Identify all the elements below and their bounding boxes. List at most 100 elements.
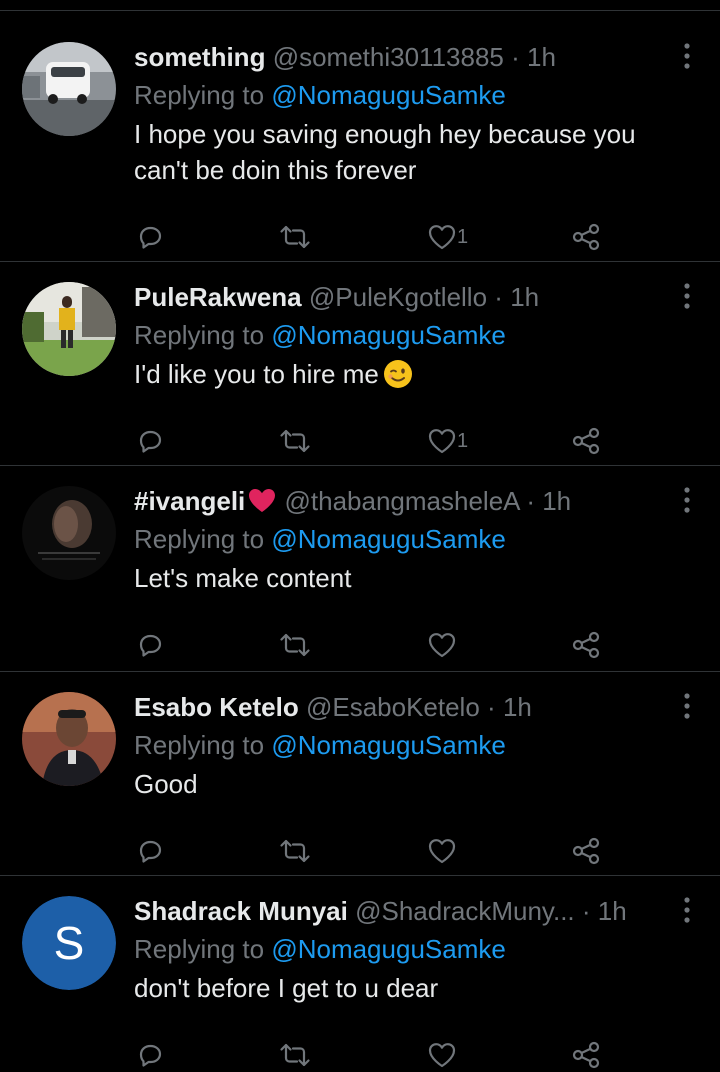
display-name[interactable]: #ivangeli	[134, 486, 245, 516]
avatar[interactable]	[22, 42, 116, 136]
user-handle[interactable]: @PuleKgotlello	[309, 282, 487, 312]
share-button[interactable]	[571, 1038, 601, 1072]
retweet-button[interactable]	[279, 1038, 311, 1072]
timestamp[interactable]: 1h	[510, 282, 539, 312]
reply-button[interactable]	[136, 220, 164, 254]
like-button[interactable]	[427, 628, 457, 662]
like-icon	[427, 1041, 457, 1069]
tweet-text-line: don't before I get to u dear	[134, 973, 439, 1003]
reply-button[interactable]	[136, 1038, 164, 1072]
share-icon	[571, 427, 601, 455]
tweet-text-line: I hope you saving enough hey because you	[134, 119, 636, 149]
action-bar	[0, 834, 720, 868]
reply-button[interactable]	[136, 834, 164, 868]
timestamp[interactable]: 1h	[527, 42, 556, 72]
tweet-text: Let's make content	[134, 560, 679, 596]
reply-icon	[136, 223, 164, 251]
tweet-text: I hope you saving enough hey because you…	[134, 116, 679, 188]
share-button[interactable]	[571, 834, 601, 868]
action-bar: 1	[0, 424, 720, 458]
display-name[interactable]: Shadrack Munyai	[134, 896, 348, 926]
display-name[interactable]: Esabo Ketelo	[134, 692, 299, 722]
display-name[interactable]: PuleRakwena	[134, 282, 302, 312]
share-button[interactable]	[571, 628, 601, 662]
reply-icon	[136, 427, 164, 455]
replying-to: Replying to @NomaguguSamke	[134, 317, 679, 353]
reply-tweet[interactable]: PuleRakwena @PuleKgotlello · 1h Replying…	[0, 262, 720, 466]
mention-link[interactable]: @NomaguguSamke	[271, 80, 506, 110]
reply-button[interactable]	[136, 628, 164, 662]
mention-link[interactable]: @NomaguguSamke	[271, 934, 506, 964]
like-icon	[427, 631, 457, 659]
user-handle[interactable]: @EsaboKetelo	[306, 692, 480, 722]
separator-dot: ·	[581, 896, 591, 926]
red-heart-icon	[249, 489, 276, 512]
user-handle[interactable]: @thabangmasheleA	[285, 486, 520, 516]
separator-dot: ·	[487, 692, 496, 722]
retweet-icon	[279, 427, 311, 455]
user-handle[interactable]: @ShadrackMuny...	[355, 896, 575, 926]
tweet-text-line: I'd like you to hire me	[134, 359, 379, 389]
avatar[interactable]	[22, 282, 116, 376]
like-icon	[427, 837, 457, 865]
like-button[interactable]: 1	[427, 220, 468, 254]
replying-to: Replying to @NomaguguSamke	[134, 727, 679, 763]
display-name[interactable]: something	[134, 42, 265, 72]
like-button[interactable]	[427, 1038, 457, 1072]
reply-tweet[interactable]: something @somethi30113885 · 1h Replying…	[0, 22, 720, 262]
replying-prefix: Replying to	[134, 320, 265, 350]
replying-prefix: Replying to	[134, 524, 265, 554]
reply-icon	[136, 631, 164, 659]
replying-prefix: Replying to	[134, 934, 265, 964]
more-options-icon[interactable]	[682, 282, 692, 310]
tweet-content: PuleRakwena @PuleKgotlello · 1h Replying…	[134, 280, 679, 392]
mention-link[interactable]: @NomaguguSamke	[271, 524, 506, 554]
avatar[interactable]	[22, 486, 116, 580]
avatar[interactable]	[22, 692, 116, 786]
timestamp[interactable]: 1h	[598, 896, 627, 926]
like-button[interactable]: 1	[427, 424, 468, 458]
retweet-button[interactable]	[279, 834, 311, 868]
tweet-text-line: Let's make content	[134, 563, 352, 593]
avatar[interactable]: S	[22, 896, 116, 990]
retweet-button[interactable]	[279, 628, 311, 662]
share-button[interactable]	[571, 424, 601, 458]
tweet-content: Esabo Ketelo @EsaboKetelo · 1h Replying …	[134, 690, 679, 802]
replying-to: Replying to @NomaguguSamke	[134, 77, 679, 113]
retweet-button[interactable]	[279, 424, 311, 458]
more-options-icon[interactable]	[682, 42, 692, 70]
reply-tweet[interactable]: Esabo Ketelo @EsaboKetelo · 1h Replying …	[0, 672, 720, 876]
user-handle[interactable]: @somethi30113885	[273, 42, 504, 72]
tweet-text: don't before I get to u dear	[134, 970, 679, 1006]
retweet-icon	[279, 631, 311, 659]
share-button[interactable]	[571, 220, 601, 254]
replying-to: Replying to @NomaguguSamke	[134, 521, 679, 557]
avatar-initial: S	[22, 896, 116, 990]
like-count: 1	[457, 225, 469, 248]
like-button[interactable]	[427, 834, 457, 868]
timestamp[interactable]: 1h	[503, 692, 532, 722]
tweet-header: Esabo Ketelo @EsaboKetelo · 1h	[134, 690, 679, 724]
more-options-icon[interactable]	[682, 486, 692, 514]
separator-dot: ·	[526, 486, 535, 516]
tweet-content: #ivangeli @thabangmasheleA · 1h Replying…	[134, 484, 679, 596]
reply-icon	[136, 837, 164, 865]
mention-link[interactable]: @NomaguguSamke	[271, 730, 506, 760]
share-icon	[571, 223, 601, 251]
winking-face-icon	[383, 360, 412, 388]
more-options-icon[interactable]	[682, 896, 692, 924]
retweet-icon	[279, 1041, 311, 1069]
share-icon	[571, 631, 601, 659]
tweet-text: I'd like you to hire me	[134, 356, 679, 392]
separator-dot: ·	[494, 282, 503, 312]
like-icon	[427, 223, 457, 251]
reply-tweet[interactable]: S Shadrack Munyai @ShadrackMuny... · 1h …	[0, 876, 720, 1060]
more-options-icon[interactable]	[682, 692, 692, 720]
reply-button[interactable]	[136, 424, 164, 458]
like-count: 1	[457, 429, 469, 452]
action-bar: 1	[0, 220, 720, 254]
timestamp[interactable]: 1h	[542, 486, 571, 516]
reply-tweet[interactable]: #ivangeli @thabangmasheleA · 1h Replying…	[0, 466, 720, 672]
mention-link[interactable]: @NomaguguSamke	[271, 320, 506, 350]
retweet-button[interactable]	[279, 220, 311, 254]
